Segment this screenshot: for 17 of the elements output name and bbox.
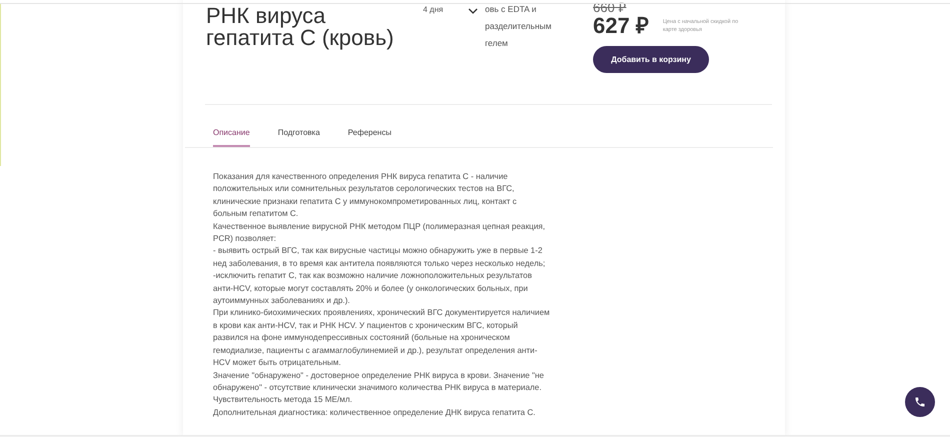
add-to-cart-button[interactable]: Добавить в корзину bbox=[593, 46, 709, 73]
duration-text: 4 дня bbox=[422, 4, 444, 16]
tab[interactable]: Подготовка bbox=[278, 105, 320, 147]
description-paragraph: - выявить острый ВГС, так как вирусные частицы можно обнаружить уже в первые 1-2 нед заболевания, в то время как антитела появляются только через несколько недель; bbox=[213, 245, 546, 270]
description-paragraph: Показания для качественного определения РНК вируса гепатита С - наличие положительных или сомнительных результатов серологических тестов на ВГС, клинические признаки гепатита С у иммунокомпрометированных лиц, контакт с больным гепатитом С. bbox=[213, 171, 518, 220]
chevron-icon bbox=[468, 8, 478, 14]
description-paragraph: Значение "обнаружено" - достоверное определение РНК вируса в крови. Значение "не обнаружено" - отсутствие клинически значимого количества РНК вируса в материале. Чувствительность метода 15 МЕ/мл. bbox=[213, 370, 545, 406]
description-paragraph: Качественное выявление вирусной РНК методом ПЦР (полимеразная цепная реакция, PCR) позволяет: bbox=[213, 220, 546, 246]
biomaterial-text: овь с EDTA и разделительным гелем bbox=[485, 3, 552, 50]
current-price: 627 ₽ bbox=[593, 14, 649, 38]
tab[interactable]: Референсы bbox=[348, 105, 392, 147]
description-paragraph: Дополнительная диагностика: количественное определение ДНК вируса гепатита С. bbox=[213, 406, 536, 419]
phone-icon bbox=[914, 396, 926, 408]
description-paragraph: При клинико-биохимических проявлениях, хронический ВГС документируется наличием в крови как анти-HCV, так и РНК HCV. У пациентов с хроническим ВГС, который развился на фоне иммунодепрессивных состояний (больные на хроническом гемодиализе, пациенты с агаммаглобулинемией и др.), результат определения анти-HCV может быть отрицательным. bbox=[213, 307, 551, 370]
call-button[interactable] bbox=[905, 387, 935, 417]
description-paragraph: -исключить гепатит С, так как возможно наличие ложноположительных результатов анти-HCV, которые могут составлять 20% и более (у онкологических больных, при аутоиммунных заболеваниях и др.). bbox=[213, 270, 533, 308]
product-title: РНК вируса гепатита С (кровь) bbox=[206, 2, 395, 52]
